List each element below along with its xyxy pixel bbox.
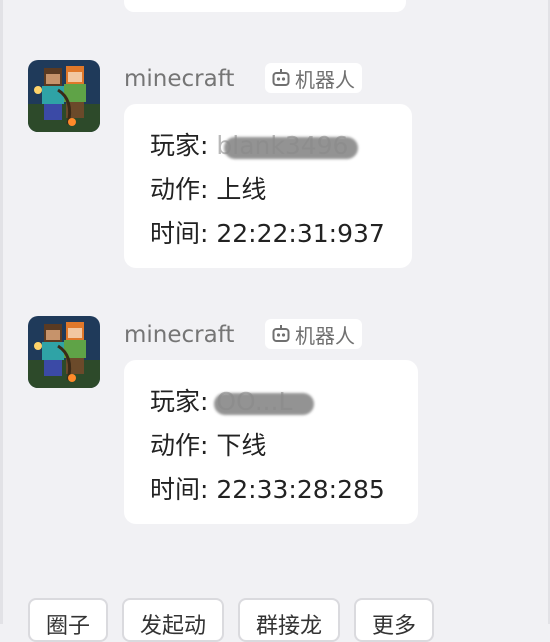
left-edge bbox=[0, 0, 3, 624]
robot-icon bbox=[272, 325, 290, 342]
sender-name: minecraft bbox=[124, 322, 235, 348]
redaction-mark bbox=[224, 137, 358, 159]
bot-badge: 机器人 bbox=[265, 63, 362, 93]
player-label: 玩家: bbox=[150, 131, 217, 160]
bot-badge: 机器人 bbox=[265, 319, 362, 349]
player-line: 玩家: blank3496 bbox=[150, 124, 386, 168]
quick-action-bar: 圈子 发起动 群接龙 更多 bbox=[28, 598, 435, 642]
robot-icon bbox=[272, 69, 290, 86]
time-line: 时间: 22:33:28:285 bbox=[150, 475, 385, 504]
redaction-mark bbox=[214, 393, 314, 415]
time-line: 时间: 22:22:31:937 bbox=[150, 219, 385, 248]
bot-badge-label: 机器人 bbox=[295, 67, 355, 92]
sender-name: minecraft bbox=[124, 66, 235, 92]
bot-badge-label: 机器人 bbox=[295, 323, 355, 348]
player-label: 玩家: bbox=[150, 387, 217, 416]
minecraft-avatar-icon[interactable] bbox=[28, 60, 100, 132]
minecraft-avatar-icon[interactable] bbox=[28, 316, 100, 388]
message-bubble: 玩家: blank3496 动作: 上线 时间: 22:22:31:937 bbox=[124, 104, 412, 268]
message-bubble: 玩家: OO...L 动作: 下线 时间: 22:33:28:285 bbox=[124, 360, 418, 524]
initiate-button[interactable]: 发起动 bbox=[122, 598, 225, 642]
more-button[interactable]: 更多 bbox=[354, 598, 435, 642]
player-line: 玩家: OO...L bbox=[150, 380, 392, 424]
previous-message-bubble bbox=[124, 0, 406, 12]
action-line: 动作: 下线 bbox=[150, 431, 267, 460]
circle-button[interactable]: 圈子 bbox=[28, 598, 109, 642]
action-line: 动作: 上线 bbox=[150, 175, 267, 204]
group-relay-button[interactable]: 群接龙 bbox=[238, 598, 341, 642]
